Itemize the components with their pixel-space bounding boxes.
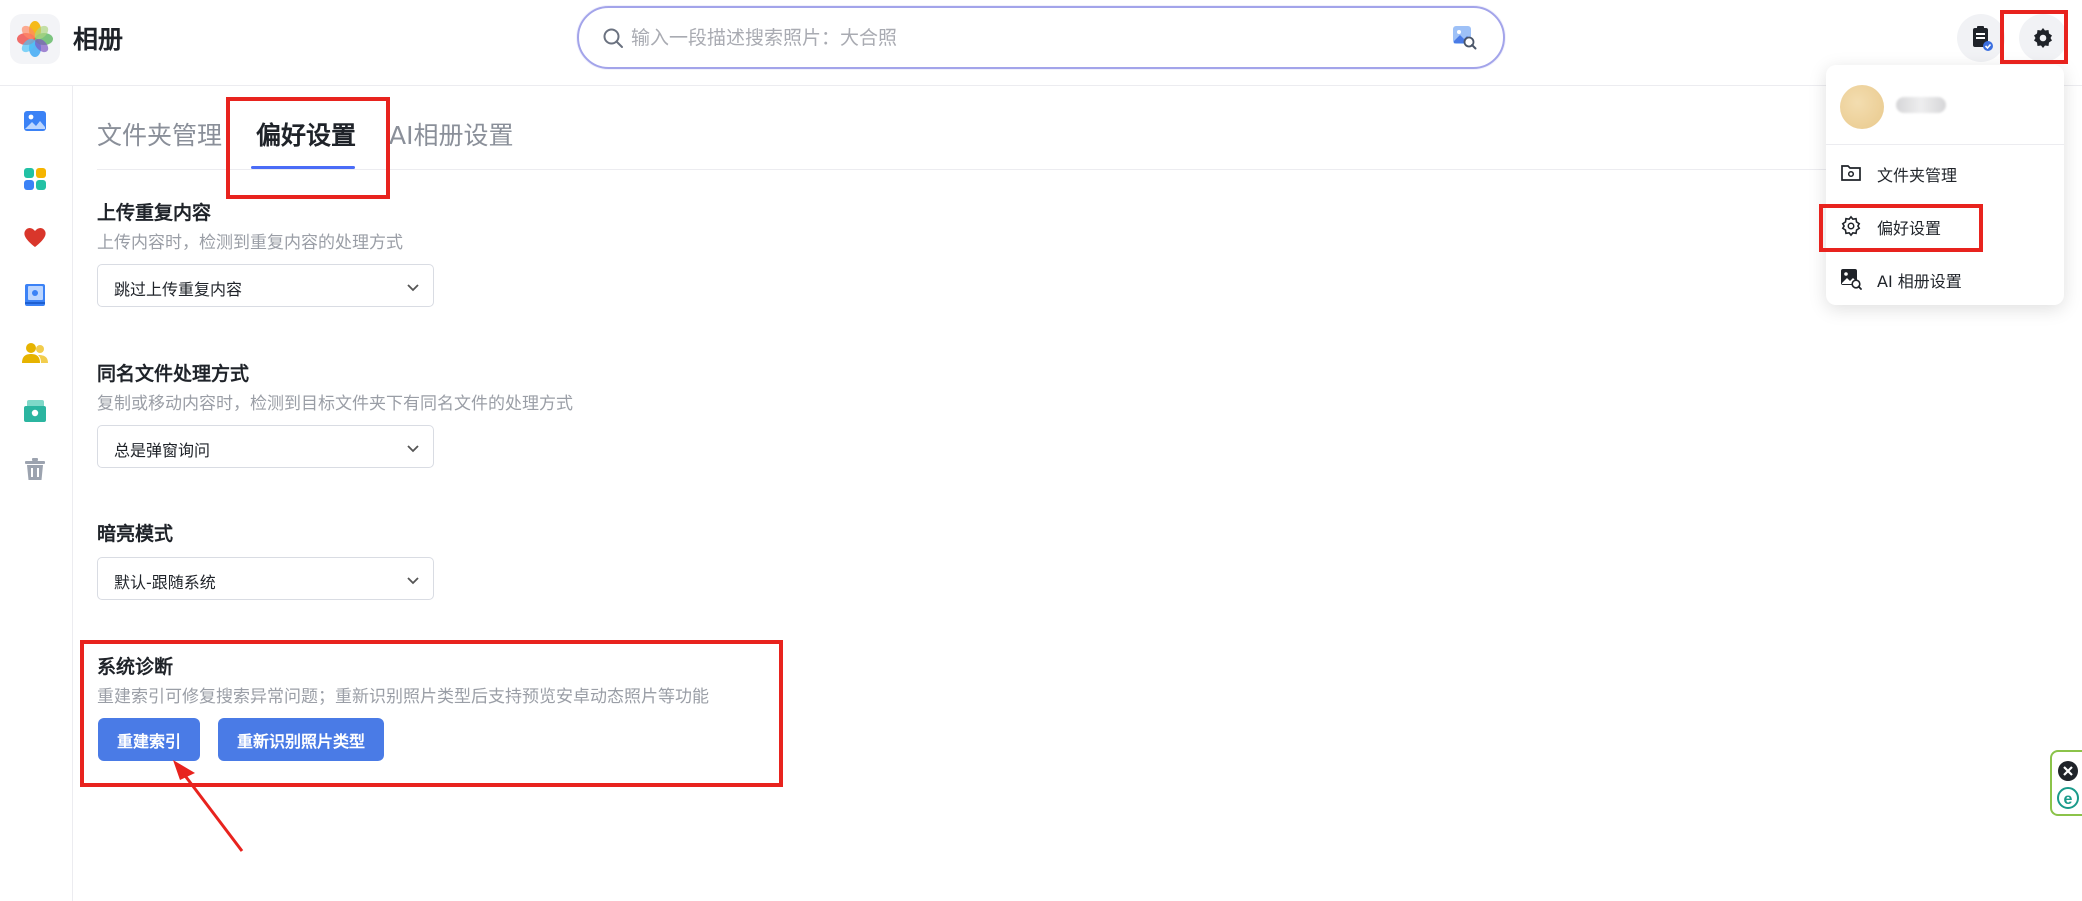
duplicate-section-title: 上传重复内容 (97, 202, 212, 224)
chevron-down-icon (405, 572, 421, 592)
people-icon (22, 343, 48, 363)
chevron-down-icon (405, 279, 421, 299)
heart-icon (24, 228, 46, 247)
same-name-section-desc: 复制或移动内容时，检测到目标文件夹下有同名文件的处理方式 (97, 394, 573, 414)
same-name-select[interactable]: 总是弹窗询问 (97, 425, 434, 468)
trash-icon (25, 458, 45, 480)
duplicate-select[interactable]: 跳过上传重复内容 (97, 264, 434, 307)
search-bar[interactable] (577, 6, 1505, 69)
image-search-icon (1840, 268, 1862, 294)
menu-item-preferences[interactable]: 偏好设置 (1826, 200, 2064, 252)
flower-logo-icon (17, 21, 53, 57)
image-search-icon[interactable] (1451, 24, 1477, 54)
menu-item-label: 偏好设置 (1877, 219, 1942, 238)
photos-app: 相册 输入一段描述搜索照片：大合照 文件夹管理 偏好设置 AI相册设置 上传重复… (0, 0, 2082, 901)
search-icon (601, 26, 625, 54)
annotation-arrow (173, 760, 244, 852)
settings-button[interactable] (2019, 14, 2067, 62)
menu-item-label: AI 相册设置 (1877, 272, 1962, 291)
image-icon (24, 111, 46, 131)
duplicate-select-value: 跳过上传重复内容 (114, 280, 243, 299)
diagnostics-section-title: 系统诊断 (97, 656, 174, 678)
sidebar-item-photos[interactable] (18, 104, 52, 138)
tab-ai-album-settings[interactable]: AI相册设置 (389, 116, 513, 152)
sidebar-item-albums[interactable] (18, 162, 52, 196)
sidebar-item-shared[interactable] (18, 394, 52, 428)
tab-preferences[interactable]: 偏好设置 (256, 116, 356, 152)
gear-icon (1840, 215, 1862, 241)
floating-side-widget[interactable]: e (2050, 750, 2082, 816)
sidebar (0, 86, 73, 901)
avatar (1840, 85, 1884, 129)
app-logo (10, 14, 60, 64)
theme-select-value: 默认-跟随系统 (114, 573, 216, 592)
active-tab-indicator (251, 166, 355, 169)
same-name-section-title: 同名文件处理方式 (97, 363, 250, 385)
settings-dropdown-menu: 文件夹管理 偏好设置 AI 相册设置 (1826, 65, 2064, 305)
chevron-down-icon (405, 440, 421, 460)
search-input[interactable] (631, 16, 1411, 60)
folder-settings-icon (1840, 162, 1862, 188)
tab-folder-management[interactable]: 文件夹管理 (97, 116, 222, 152)
app-title: 相册 (73, 25, 124, 54)
svg-text:e: e (2064, 791, 2073, 808)
gear-icon (2034, 28, 2052, 48)
sidebar-item-favorites[interactable] (18, 220, 52, 254)
theme-section-title: 暗亮模式 (97, 523, 174, 545)
settings-tabs: 文件夹管理 偏好设置 AI相册设置 (97, 86, 2027, 170)
top-header: 相册 (0, 0, 2082, 86)
diagnostics-section-desc: 重建索引可修复搜索异常问题；重新识别照片类型后支持预览安卓动态照片等功能 (97, 687, 709, 707)
menu-user-row (1826, 65, 2064, 145)
grid-icon (24, 168, 46, 190)
sidebar-item-trash[interactable] (18, 452, 52, 486)
duplicate-section-desc: 上传内容时，检测到重复内容的处理方式 (97, 233, 403, 253)
menu-item-folder-management[interactable]: 文件夹管理 (1826, 147, 2064, 199)
blurred-username (1896, 97, 1946, 113)
shared-album-icon (24, 400, 46, 422)
menu-item-ai-album-settings[interactable]: AI 相册设置 (1826, 253, 2064, 305)
book-icon (25, 284, 45, 306)
same-name-select-value: 总是弹窗询问 (114, 441, 211, 460)
tasks-button[interactable] (1957, 14, 2005, 62)
menu-item-label: 文件夹管理 (1877, 166, 1958, 185)
sidebar-item-memories[interactable] (18, 278, 52, 312)
theme-select[interactable]: 默认-跟随系统 (97, 557, 434, 600)
clipboard-check-icon (1973, 26, 1993, 51)
sidebar-item-people[interactable] (18, 336, 52, 370)
